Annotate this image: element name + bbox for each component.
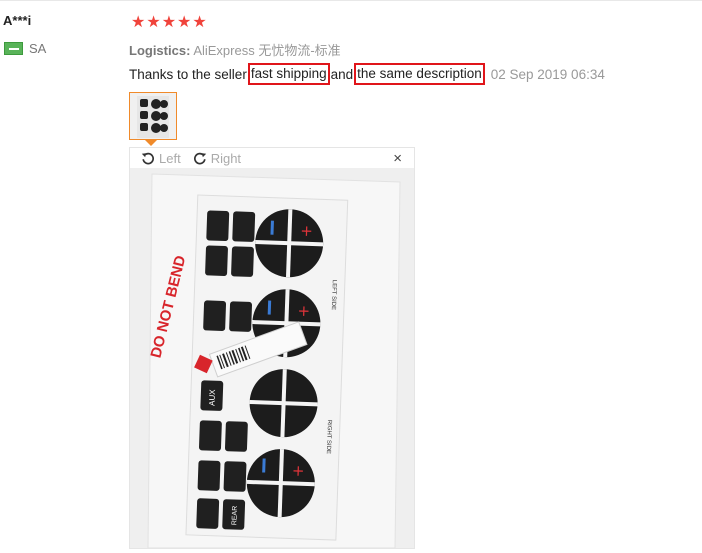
rear-label: REAR	[231, 506, 239, 526]
rotate-left-icon	[141, 152, 154, 165]
close-icon[interactable]: ×	[393, 150, 402, 167]
review-photo: DO NOT BEND AUX REAR + + + LEFT SIDE RIG…	[130, 168, 414, 548]
highlight-same-description: the same description	[354, 63, 485, 85]
reviewer-country: SA	[4, 41, 46, 56]
logistics-info: Logistics: AliExpress 无忧物流-标准	[129, 40, 341, 59]
review-date: 02 Sep 2019 06:34	[490, 66, 605, 82]
rotate-left-label: Left	[159, 150, 181, 166]
svg-text:+: +	[297, 302, 310, 320]
decal-sheet-photo: DO NOT BEND AUX REAR + + + LEFT SIDE RIG…	[130, 168, 414, 548]
star-icon: ★	[131, 12, 146, 31]
flag-icon	[4, 42, 23, 55]
reviewer-name: A***i	[3, 13, 32, 28]
review-text: Thanks to the seller fast shipping and t…	[129, 63, 605, 85]
rotate-right-icon	[193, 152, 206, 165]
star-rating: ★ ★ ★ ★ ★	[131, 14, 207, 30]
viewer-toolbar: Left Right ×	[130, 148, 414, 168]
rotate-left-button[interactable]: Left	[141, 151, 181, 166]
svg-text:+: +	[292, 461, 305, 479]
photo-thumbnail[interactable]	[129, 92, 177, 140]
thumbnail-image	[130, 93, 176, 139]
right-side-label: RIGHT SIDE	[325, 420, 332, 454]
rotate-right-button[interactable]: Right	[193, 151, 241, 166]
rotate-right-label: Right	[210, 150, 242, 166]
review-text-middle: and	[330, 66, 354, 82]
left-side-label: LEFT SIDE	[330, 280, 337, 310]
star-icon: ★	[177, 12, 192, 31]
logistics-label: Logistics:	[129, 43, 191, 58]
star-icon: ★	[161, 12, 177, 31]
thumbnail-selected-arrow	[145, 140, 157, 146]
review-text-prefix: Thanks to the seller	[129, 66, 247, 82]
image-viewer: Left Right × DO NOT BEND AUX REAR + + + …	[129, 147, 415, 549]
logistics-value: AliExpress 无忧物流-标准	[193, 43, 341, 58]
top-divider	[0, 0, 702, 1]
star-icon: ★	[146, 12, 161, 31]
star-icon: ★	[192, 12, 207, 31]
country-code: SA	[29, 41, 47, 56]
highlight-fast-shipping: fast shipping	[247, 63, 330, 85]
aux-label: AUX	[207, 389, 217, 406]
svg-text:+: +	[300, 222, 313, 240]
